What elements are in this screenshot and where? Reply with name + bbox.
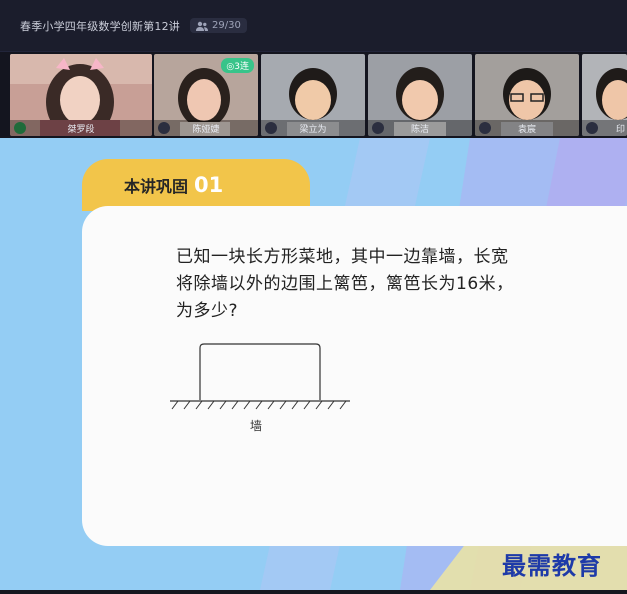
problem-text: 已知一块长方形菜地，其中一边靠墙，长宽 将除墙以外的边围上篱笆，篱笆长为16米，… xyxy=(176,247,514,321)
video-tile-student[interactable]: ◎3连 陈娅婕 xyxy=(154,54,258,136)
video-tile-student[interactable]: 印 xyxy=(582,54,627,136)
attendance-text: 29/30 xyxy=(212,20,241,31)
watermark-logo: 最需教育 xyxy=(502,551,602,580)
streak-badge: ◎3连 xyxy=(221,58,254,73)
mic-off-icon[interactable] xyxy=(158,122,170,134)
top-bar: 春季小学四年级数学创新第12讲 29/30 xyxy=(0,0,627,52)
video-strip: 桀罗段 ◎3连 陈娅婕 梁立为 陈洁 袁宸 印 xyxy=(0,52,627,138)
section-title: 本讲巩固 xyxy=(124,177,189,196)
mic-on-icon[interactable] xyxy=(14,122,26,134)
fence-outline xyxy=(199,343,321,400)
video-tile-teacher[interactable]: 桀罗段 xyxy=(10,54,152,136)
attendance-count[interactable]: 29/30 xyxy=(190,18,247,33)
mic-off-icon[interactable] xyxy=(265,122,277,134)
section-tab: 本讲巩固 01 xyxy=(82,159,310,211)
slide-board: 本讲巩固 01 已知一块长方形菜地，其中一边靠墙，长宽 将除墙以外的边围上篱笆，… xyxy=(0,138,627,590)
wall-label: 墙 xyxy=(250,419,263,433)
mic-off-icon[interactable] xyxy=(479,122,491,134)
bottom-edge xyxy=(0,590,627,594)
people-icon xyxy=(196,21,208,31)
video-tile-student[interactable]: 梁立为 xyxy=(261,54,365,136)
video-tile-student[interactable]: 袁宸 xyxy=(475,54,579,136)
video-tile-student[interactable]: 陈洁 xyxy=(368,54,472,136)
mic-off-icon[interactable] xyxy=(372,122,384,134)
mic-off-icon[interactable] xyxy=(586,122,598,134)
section-number: 01 xyxy=(194,173,224,197)
participant-name: 桀罗段 xyxy=(67,124,95,135)
garden-wall-diagram xyxy=(170,343,350,410)
course-title: 春季小学四年级数学创新第12讲 xyxy=(20,19,180,33)
